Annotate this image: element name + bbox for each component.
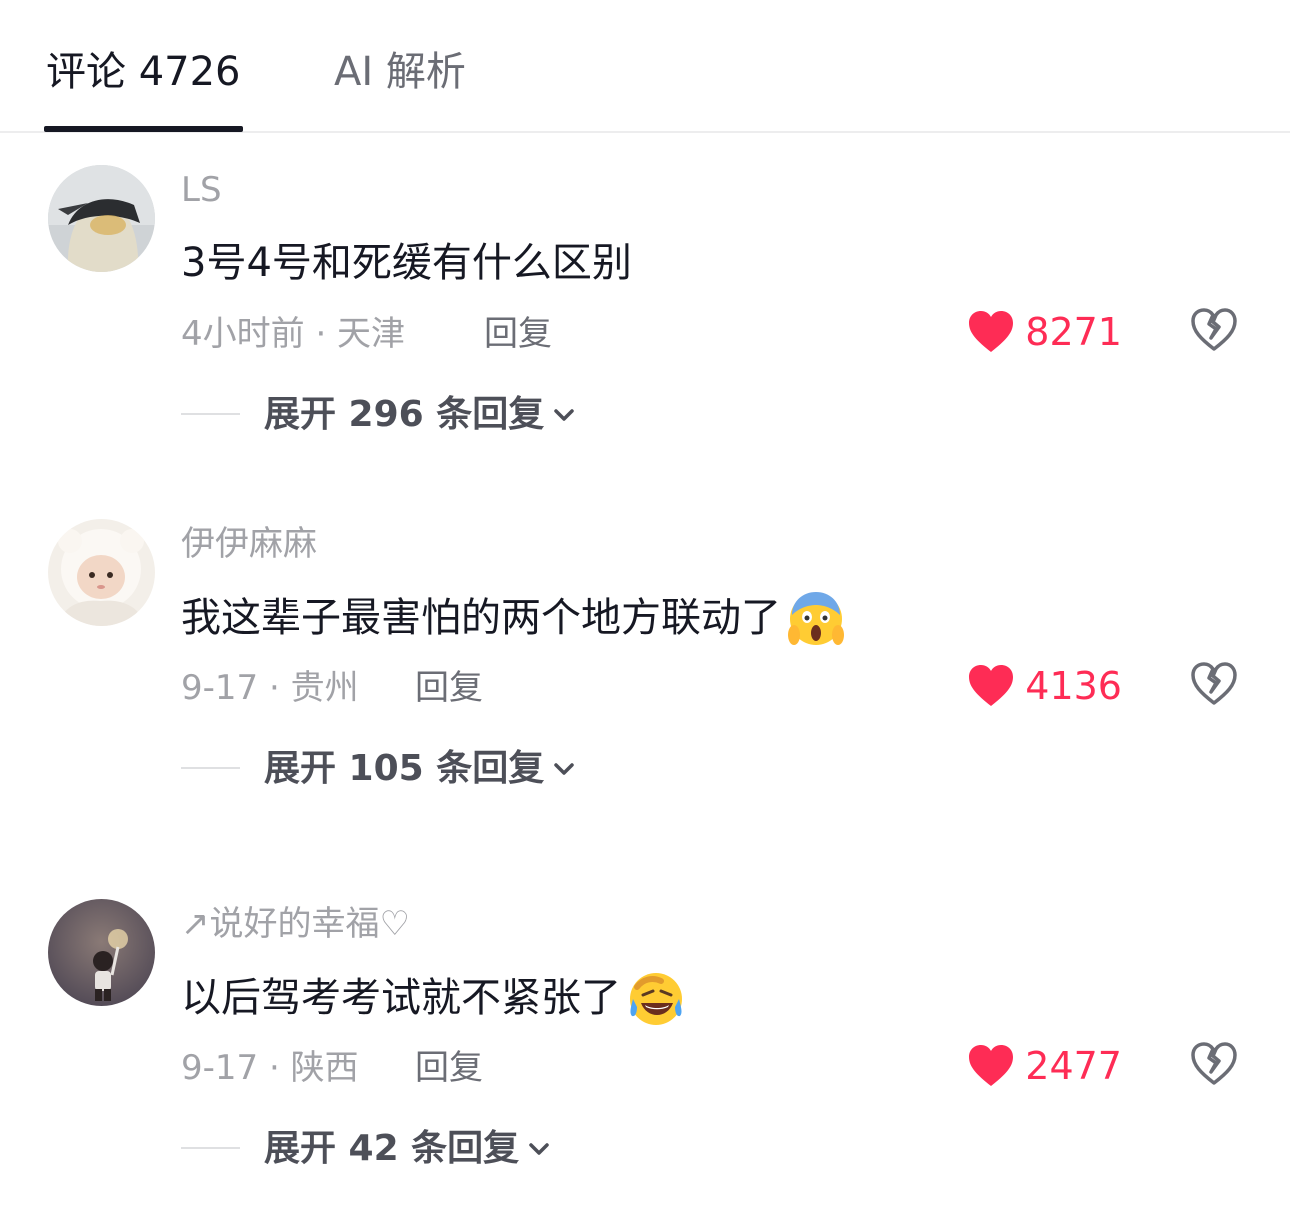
comment-text-body: 3号4号和死缓有什么区别 bbox=[181, 240, 632, 286]
comment-text-body: 以后驾考考试就不紧张了 bbox=[181, 975, 621, 1021]
avatar[interactable] bbox=[48, 165, 155, 272]
avatar[interactable] bbox=[48, 899, 155, 1006]
like-button[interactable]: 2477 bbox=[967, 1041, 1122, 1091]
comment-meta: 4小时前 · 天津 bbox=[181, 314, 406, 354]
chevron-down-icon bbox=[554, 409, 574, 421]
reply-button[interactable]: 回复 bbox=[415, 1045, 483, 1091]
comment-text: 以后驾考考试就不紧张了 bbox=[181, 969, 685, 1027]
dislike-button[interactable] bbox=[1189, 1039, 1239, 1089]
expand-divider bbox=[181, 1147, 240, 1149]
expand-replies-label: 展开 105 条回复 bbox=[264, 748, 545, 789]
like-count: 8271 bbox=[1025, 310, 1122, 354]
comment-meta: 9-17 · 贵州 bbox=[181, 668, 359, 708]
broken-heart-icon bbox=[1191, 662, 1237, 705]
chevron-down-icon bbox=[529, 1143, 549, 1155]
active-tab-indicator bbox=[44, 126, 243, 132]
like-button[interactable]: 4136 bbox=[967, 661, 1122, 711]
broken-heart-icon bbox=[1191, 308, 1237, 351]
comment-text-body: 我这辈子最害怕的两个地方联动了 bbox=[181, 595, 781, 641]
heart-icon bbox=[969, 665, 1014, 706]
reply-button[interactable]: 回复 bbox=[484, 311, 552, 357]
like-count: 4136 bbox=[1025, 664, 1122, 708]
expand-replies-button[interactable]: 展开 105 条回复 bbox=[264, 745, 578, 793]
expand-replies-button[interactable]: 展开 296 条回复 bbox=[264, 391, 578, 439]
expand-divider bbox=[181, 767, 240, 769]
comment-username[interactable]: ↗说好的幸福♡ bbox=[181, 901, 410, 947]
heart-icon bbox=[969, 311, 1014, 352]
comment-item: 伊伊麻麻 我这辈子最害怕的两个地方联动了 9-17 · 贵州 回复 4136 展… bbox=[0, 519, 1290, 839]
comment-username[interactable]: 伊伊麻麻 bbox=[181, 521, 317, 567]
comment-text: 3号4号和死缓有什么区别 bbox=[181, 235, 632, 291]
expand-replies-label: 展开 296 条回复 bbox=[264, 394, 545, 435]
like-button[interactable]: 8271 bbox=[967, 307, 1122, 357]
comment-item: LS 3号4号和死缓有什么区别 4小时前 · 天津 回复 8271 展开 296… bbox=[0, 165, 1290, 485]
rolling-laughing-icon bbox=[627, 969, 685, 1027]
tab-ai-analysis[interactable]: AI 解析 bbox=[334, 44, 466, 100]
expand-replies-label: 展开 42 条回复 bbox=[264, 1128, 520, 1169]
dislike-button[interactable] bbox=[1189, 659, 1239, 709]
heart-icon bbox=[969, 1045, 1014, 1086]
comment-tabs: 评论 4726 AI 解析 bbox=[0, 0, 1290, 133]
dislike-button[interactable] bbox=[1189, 305, 1239, 355]
expand-divider bbox=[181, 413, 240, 415]
avatar[interactable] bbox=[48, 519, 155, 626]
screaming-face-icon bbox=[787, 589, 845, 647]
broken-heart-icon bbox=[1191, 1042, 1237, 1085]
comment-meta: 9-17 · 陕西 bbox=[181, 1048, 359, 1088]
chevron-down-icon bbox=[554, 763, 574, 775]
tab-comments[interactable]: 评论 4726 bbox=[46, 44, 241, 100]
comment-username[interactable]: LS bbox=[181, 167, 222, 213]
reply-button[interactable]: 回复 bbox=[415, 665, 483, 711]
comment-item: ↗说好的幸福♡ 以后驾考考试就不紧张了 9-17 · 陕西 回复 2477 展开… bbox=[0, 899, 1290, 1219]
expand-replies-button[interactable]: 展开 42 条回复 bbox=[264, 1125, 553, 1173]
comment-text: 我这辈子最害怕的两个地方联动了 bbox=[181, 589, 845, 647]
like-count: 2477 bbox=[1025, 1044, 1122, 1088]
